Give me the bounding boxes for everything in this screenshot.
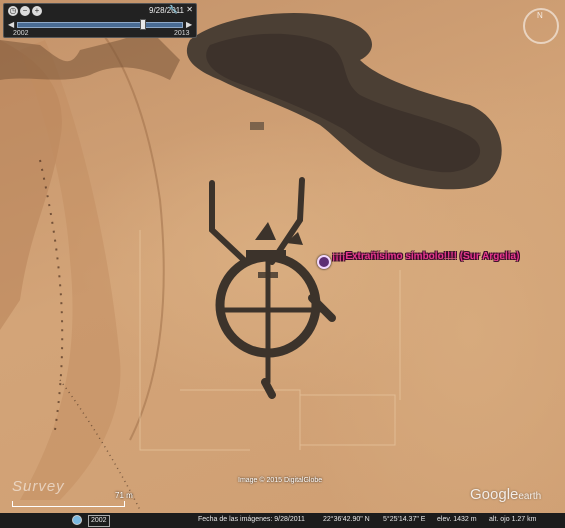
longitude-readout: 5°25'14.37" E bbox=[383, 516, 426, 523]
imagery-credit: Image © 2015 DigitalGlobe bbox=[238, 477, 323, 484]
latitude-readout: 22°36'42.90" N bbox=[323, 516, 370, 523]
arrow-right-icon[interactable]: ▶ bbox=[186, 20, 192, 29]
zoom-out-time-icon[interactable]: − bbox=[20, 6, 30, 16]
symbol-right-arm bbox=[269, 177, 305, 265]
time-slider-end-year: 2013 bbox=[174, 30, 190, 37]
time-slider-date: 9/28/2011 bbox=[149, 6, 184, 15]
wrench-icon[interactable]: 🔧 bbox=[168, 5, 178, 14]
brand-name: Google bbox=[470, 486, 519, 503]
close-icon[interactable]: ✕ bbox=[186, 5, 193, 14]
ground-symbol bbox=[209, 177, 336, 399]
google-earth-logo: Googleearth bbox=[470, 486, 541, 503]
survey-logo: Survey bbox=[12, 478, 65, 495]
historical-imagery-icon[interactable]: ◷ bbox=[8, 6, 18, 16]
symbol-inner-bar bbox=[258, 272, 278, 278]
placemark-info-icon[interactable] bbox=[317, 255, 331, 269]
placemark-label[interactable]: ¡¡¡¡Extrañísimo símbolo!!!! (Sur Argelia… bbox=[332, 251, 519, 262]
zoom-in-time-icon[interactable]: + bbox=[32, 6, 42, 16]
north-label: N bbox=[537, 11, 543, 20]
status-bar: 2002 Fecha de las imágenes: 9/28/2011 22… bbox=[0, 513, 565, 528]
satellite-map-view[interactable]: ◷ − + 9/28/2011 🔧 ✕ ◀ ▶ 2002 2013 N ¡¡¡¡… bbox=[0, 0, 565, 528]
time-slider-thumb[interactable] bbox=[140, 19, 147, 30]
time-slider-track[interactable] bbox=[17, 22, 183, 28]
scale-bar bbox=[12, 501, 125, 507]
symbol-left-arm bbox=[209, 180, 249, 265]
compass-ring-icon[interactable]: N bbox=[523, 8, 559, 44]
satellite-terrain bbox=[0, 12, 502, 511]
time-slider-start-year: 2002 bbox=[13, 30, 29, 37]
scale-label: 71 m bbox=[115, 491, 133, 500]
arrow-left-icon[interactable]: ◀ bbox=[8, 20, 14, 29]
elevation-readout: elev. 1432 m bbox=[437, 516, 477, 523]
imagery-date: Fecha de las imágenes: 9/28/2011 bbox=[198, 516, 305, 523]
time-slider-panel: ◷ − + 9/28/2011 🔧 ✕ ◀ ▶ 2002 2013 bbox=[3, 3, 197, 38]
brand-suffix: earth bbox=[518, 491, 542, 502]
symbol-tail bbox=[261, 378, 276, 399]
symbol-bar bbox=[246, 250, 286, 259]
terrain-small-structure bbox=[250, 122, 264, 130]
imagery-year-badge[interactable]: 2002 bbox=[88, 515, 110, 527]
symbol-triangle bbox=[255, 222, 276, 240]
eye-altitude-readout: alt. ojo 1.27 km bbox=[489, 516, 537, 523]
globe-icon[interactable] bbox=[72, 515, 82, 525]
